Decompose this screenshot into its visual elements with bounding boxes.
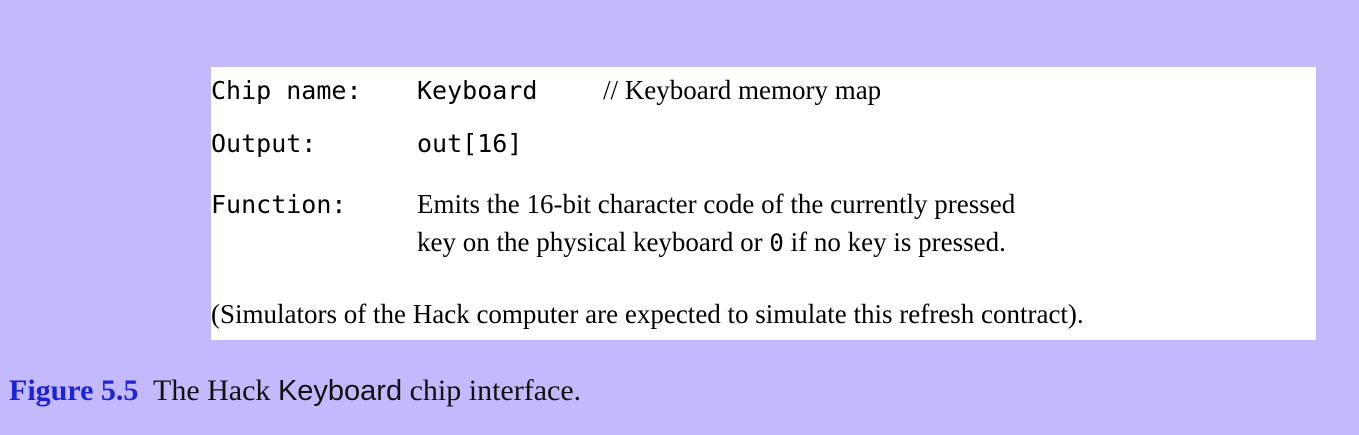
output-row: Output: out[16] (211, 129, 522, 158)
output-label: Output: (211, 129, 317, 158)
function-line-2-post: if no key is pressed. (783, 227, 1006, 257)
function-label: Function: (211, 190, 347, 219)
function-line-2-pre: key on the physical keyboard or (417, 227, 770, 257)
simulator-note: (Simulators of the Hack computer are exp… (211, 299, 1084, 329)
caption-text-post: chip interface. (402, 374, 582, 407)
function-row: Function: Emits the 16-bit character cod… (211, 189, 1015, 220)
figure-number: Figure 5.5 (9, 374, 139, 407)
chip-name-label: Chip name: (211, 76, 362, 105)
chip-name-value: Keyboard (417, 76, 538, 105)
function-line-2-code: 0 (769, 229, 784, 257)
chip-spec-panel: Chip name: Keyboard // Keyboard memory m… (211, 67, 1316, 340)
function-line-1: Emits the 16-bit character code of the c… (417, 189, 1016, 219)
chip-comment: // Keyboard memory map (603, 75, 882, 105)
figure-caption: Figure 5.5 The Hack Keyboard chip interf… (9, 374, 581, 408)
note-row: (Simulators of the Hack computer are exp… (211, 299, 1084, 330)
caption-text-code: Keyboard (277, 375, 403, 407)
output-value: out[16] (417, 129, 523, 158)
function-line-2: key on the physical keyboard or 0 if no … (417, 227, 1006, 258)
caption-text-pre: The Hack (153, 374, 278, 407)
chip-name-row: Chip name: Keyboard // Keyboard memory m… (211, 75, 881, 106)
